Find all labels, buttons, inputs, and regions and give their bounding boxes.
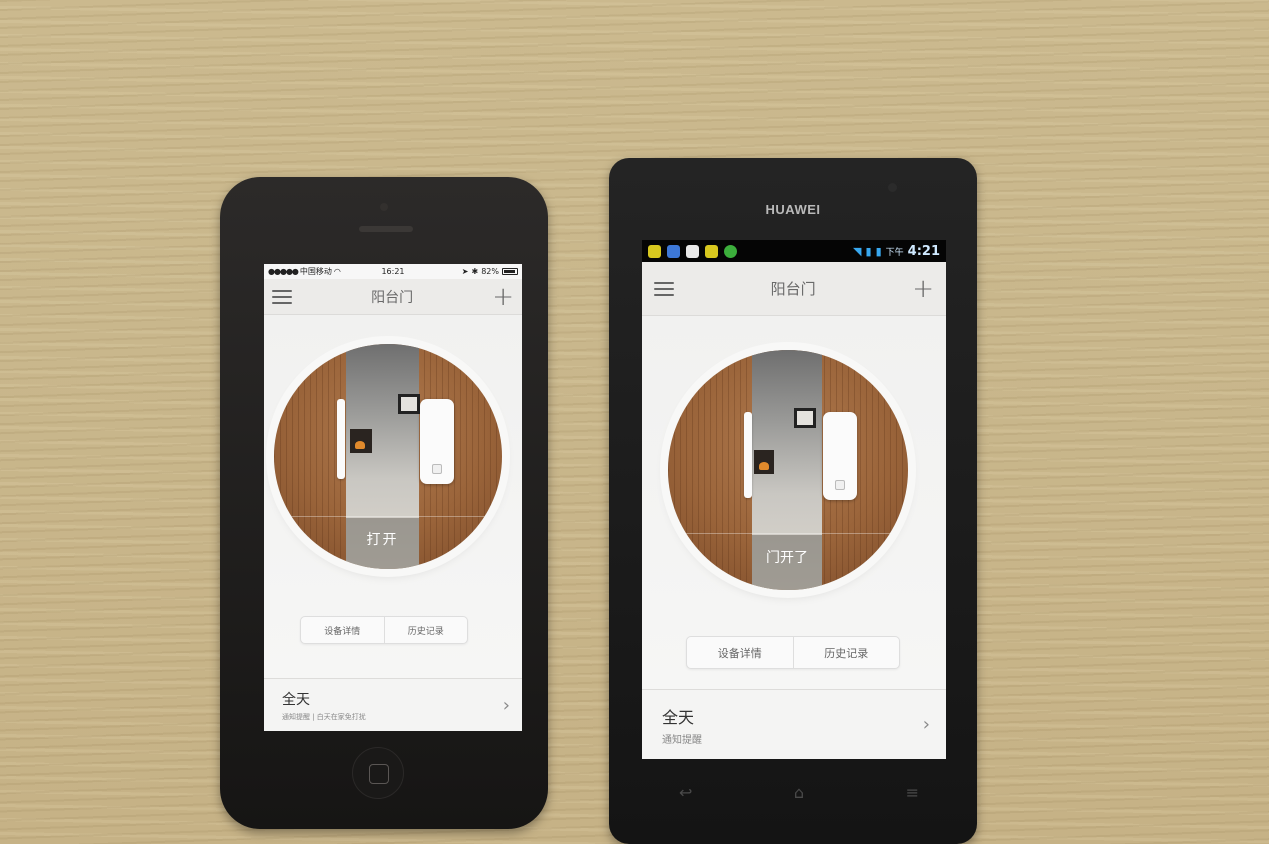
wall-picture <box>794 408 816 428</box>
menu-icon[interactable] <box>654 281 674 296</box>
door-sensor-illustration[interactable]: 打开 <box>274 344 502 569</box>
device-tabs: 设备详情 历史记录 <box>300 616 468 644</box>
floor-line <box>668 533 908 534</box>
rule-text: 全天 通知提醒 <box>662 704 702 746</box>
device-panel: 门开了 设备详情 历史记录 <box>642 316 946 689</box>
plus-icon[interactable]: + <box>912 276 934 302</box>
iphone-screen: ●●●●● 中国移动 ◠ 16:21 ➤ ✱ 82% 阳台门 + 打开 设备详情… <box>264 264 522 731</box>
device-tabs: 设备详情 历史记录 <box>686 636 900 669</box>
earpiece-speaker <box>359 226 413 232</box>
page-title: 阳台门 <box>371 289 414 306</box>
ios-status-bar: ●●●●● 中国移动 ◠ 16:21 ➤ ✱ 82% <box>264 264 522 279</box>
android-screen: ◥ ▮ ▮ 下午 4:21 阳台门 + 门开了 设备详情 历史记录 全天 通知提… <box>642 240 946 759</box>
front-camera <box>380 203 388 211</box>
history-button[interactable]: 历史记录 <box>792 637 900 668</box>
wall-picture <box>398 394 420 414</box>
android-soft-keys: ↩ ⌂ ≡ <box>679 782 919 802</box>
rule-text: 全天 通知提醒 | 白天在家免打扰 <box>282 689 366 722</box>
home-button[interactable] <box>352 747 404 799</box>
device-details-button[interactable]: 设备详情 <box>687 637 793 668</box>
notification-icon <box>667 244 680 258</box>
floor-line <box>274 516 502 517</box>
notification-icon <box>648 244 661 258</box>
rule-title: 全天 <box>282 691 310 708</box>
notification-rule-row[interactable]: 全天 通知提醒 | 白天在家免打扰 › <box>264 678 522 731</box>
ios-clock: 16:21 <box>381 267 405 276</box>
menu-key-icon[interactable]: ≡ <box>906 783 919 802</box>
battery-percent: 82% <box>481 267 499 276</box>
page-title: 阳台门 <box>770 280 816 298</box>
bluetooth-icon: ✱ <box>471 267 479 276</box>
rule-subtitle: 通知提醒 | 白天在家免打扰 <box>282 712 366 721</box>
top-nav-bar: 阳台门 + <box>642 262 946 316</box>
rule-subtitle: 通知提醒 <box>662 734 702 746</box>
signal-icon: ●●●●● <box>268 267 299 276</box>
signal-icon: ▮ <box>865 244 872 258</box>
door-state-label: 打开 <box>346 518 419 569</box>
back-icon[interactable]: ↩ <box>679 783 692 802</box>
fireplace <box>350 429 372 453</box>
sensor-led <box>835 480 845 490</box>
ampm-label: 下午 <box>885 247 904 258</box>
android-clock: 4:21 <box>907 243 940 259</box>
door-sensor-illustration[interactable]: 门开了 <box>668 350 908 590</box>
android-status-bar: ◥ ▮ ▮ 下午 4:21 <box>642 240 946 262</box>
top-nav-bar: 阳台门 + <box>264 279 522 315</box>
plus-icon[interactable]: + <box>492 284 514 310</box>
rule-title: 全天 <box>662 707 695 727</box>
chevron-right-icon: › <box>502 694 510 716</box>
wifi-icon: ◠ <box>333 267 341 276</box>
sensor-body <box>420 399 454 484</box>
history-button[interactable]: 历史记录 <box>383 617 468 643</box>
brand-logo: HUAWEI <box>765 202 821 217</box>
notification-rule-row[interactable]: 全天 通知提醒 › <box>642 689 946 759</box>
front-camera <box>888 183 897 192</box>
device-details-button[interactable]: 设备详情 <box>301 617 384 643</box>
battery-icon: ▮ <box>875 244 882 258</box>
battery-icon <box>501 268 518 275</box>
magnet-strip <box>337 399 345 479</box>
wifi-icon: ◥ <box>853 244 862 258</box>
menu-icon[interactable] <box>272 289 292 304</box>
home-icon[interactable]: ⌂ <box>794 783 804 802</box>
carrier-label: 中国移动 <box>299 267 332 276</box>
device-panel: 打开 设备详情 历史记录 <box>264 315 522 678</box>
notification-icon <box>705 244 718 258</box>
magnet-strip <box>744 412 752 498</box>
chevron-right-icon: › <box>922 714 930 735</box>
info-icon <box>724 244 737 258</box>
location-icon: ➤ <box>461 267 469 276</box>
sensor-body <box>823 412 857 500</box>
fireplace <box>754 450 774 474</box>
sensor-led <box>432 464 442 474</box>
message-icon <box>686 244 699 258</box>
door-state-label: 门开了 <box>752 535 822 590</box>
